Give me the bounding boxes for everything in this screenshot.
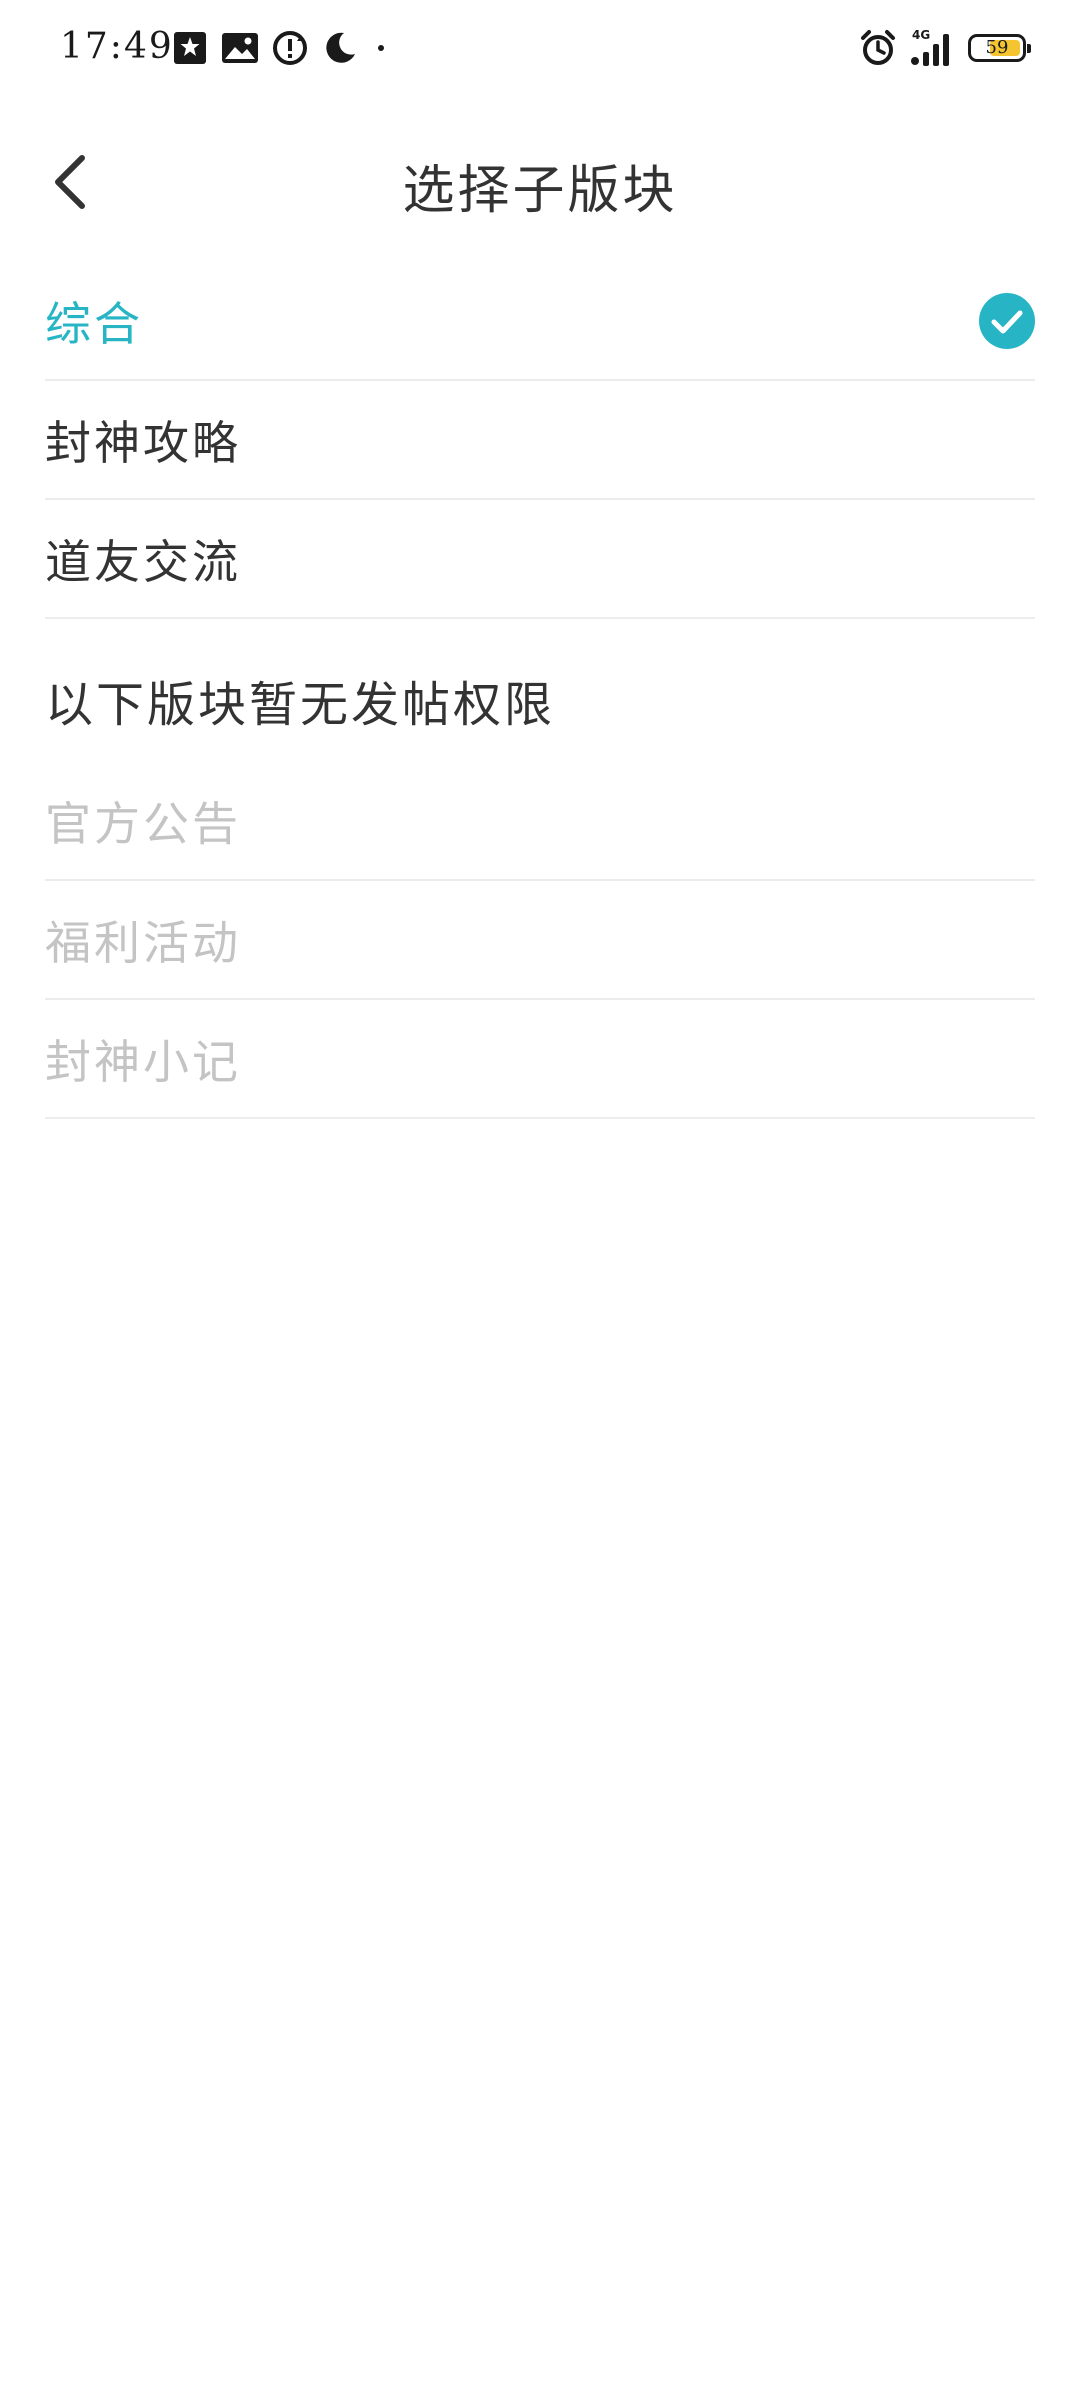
postable-section-list: 综合 封神攻略 道友交流 — [45, 262, 1035, 619]
photo-sparkle-icon — [170, 28, 210, 68]
section-item-label: 封神攻略 — [45, 415, 241, 470]
restricted-sections-header: 以下版块暂无发帖权限 — [45, 677, 556, 733]
signal-4g-icon: 4G — [910, 28, 956, 68]
notification-dot — [378, 45, 384, 51]
section-item-label: 道友交流 — [45, 534, 241, 589]
network-label: 4G — [912, 28, 930, 42]
section-item-events: 福利活动 — [45, 881, 1035, 1000]
status-icons-left — [170, 28, 384, 68]
screen: 17:49 4G 59 选择子版块 综合 封神攻略 道友交流 以下版块暂无发帖权… — [0, 0, 1080, 2400]
status-icons-right: 4G 59 — [858, 28, 1031, 68]
status-bar: 17:49 4G 59 — [0, 0, 1080, 96]
restricted-section-list: 官方公告 福利活动 封神小记 — [45, 762, 1035, 1119]
section-item-notes: 封神小记 — [45, 1000, 1035, 1119]
section-item-label: 封神小记 — [45, 1034, 241, 1089]
page-title: 选择子版块 — [402, 161, 678, 221]
image-icon — [220, 28, 260, 68]
sync-alert-icon — [270, 28, 310, 68]
status-time: 17:49 — [60, 26, 174, 67]
section-item-label: 福利活动 — [45, 915, 241, 970]
section-item-discussion[interactable]: 道友交流 — [45, 500, 1035, 619]
section-item-guide[interactable]: 封神攻略 — [45, 381, 1035, 500]
section-item-announcement: 官方公告 — [45, 762, 1035, 881]
section-item-label: 综合 — [45, 296, 143, 351]
check-icon — [979, 292, 1035, 349]
alarm-icon — [858, 28, 898, 68]
section-item-zonghe[interactable]: 综合 — [45, 262, 1035, 381]
battery-level: 59 — [985, 37, 1009, 58]
header: 选择子版块 — [0, 128, 1080, 236]
moon-icon — [320, 28, 360, 68]
section-item-label: 官方公告 — [45, 796, 241, 851]
battery-indicator: 59 — [968, 34, 1031, 62]
